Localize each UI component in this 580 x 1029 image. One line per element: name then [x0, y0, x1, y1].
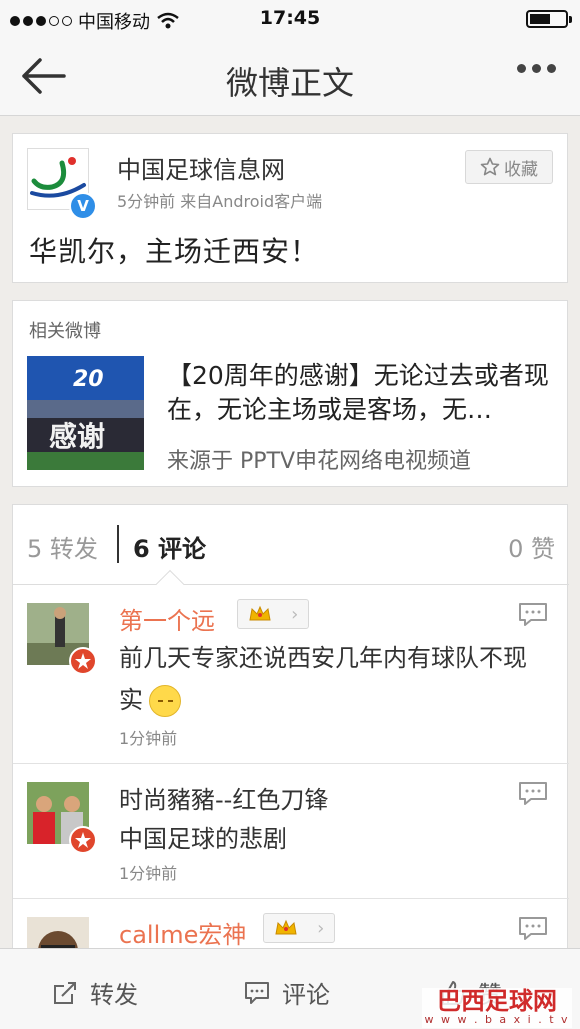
comment-text: 前几天专家还说西安几年内有球队不现实 — [119, 637, 539, 721]
star-icon — [480, 157, 500, 176]
nav-bar: 微博正文 — [0, 38, 580, 116]
vip-crown-badge[interactable]: › — [263, 913, 335, 943]
battery-icon — [526, 10, 572, 28]
status-bar: 中国移动 17:45 — [0, 0, 580, 38]
comments-card: 5 转发 6 评论 0 赞 第一个远 › 前几天专家还说西安几年内有球队不现实 … — [12, 504, 569, 949]
related-thumbnail-image: 20 感谢 — [27, 356, 144, 470]
tab-likes[interactable]: 0 赞 — [508, 529, 555, 564]
commenter-name[interactable]: callme宏神 — [119, 915, 246, 949]
crown-icon — [249, 605, 271, 621]
reply-comment-icon[interactable] — [517, 915, 549, 941]
reply-comment-icon[interactable] — [517, 601, 549, 627]
author-name[interactable]: 中国足球信息网 — [117, 150, 285, 185]
more-options-icon[interactable] — [517, 64, 556, 73]
repost-label: 转发 — [90, 981, 138, 1009]
repost-icon — [54, 981, 76, 1004]
member-star-icon — [69, 826, 97, 854]
commenter-name[interactable]: 第一个远 — [119, 601, 215, 636]
tab-reposts[interactable]: 5 转发 — [27, 529, 98, 564]
chevron-right-icon: › — [291, 603, 299, 625]
comment-item[interactable]: callme宏神 › — [13, 899, 569, 949]
post-text: 华凯尔，主场迁西安！ — [29, 235, 320, 268]
chevron-right-icon: › — [317, 917, 325, 939]
watermark-url: w w w . b a x i . t v — [424, 1013, 570, 1026]
comment-button[interactable]: 评论 — [244, 975, 330, 1010]
thumbnail-number: 20 — [73, 367, 104, 392]
crown-icon — [275, 919, 297, 935]
tab-divider — [117, 525, 119, 563]
favorite-button[interactable]: 收藏 — [465, 150, 553, 184]
shy-face-emoji-icon — [149, 685, 181, 717]
comment-time: 1分钟前 — [119, 729, 178, 748]
member-star-icon — [69, 647, 97, 675]
comment-item[interactable]: 第一个远 › 前几天专家还说西安几年内有球队不现实 1分钟前 — [13, 585, 569, 764]
vip-crown-badge[interactable]: › — [237, 599, 309, 629]
commenter-avatar[interactable] — [27, 917, 89, 949]
related-source: 来源于 PPTV申花网络电视频道 — [167, 449, 472, 474]
site-watermark: 巴西足球网 w w w . b a x i . t v — [422, 988, 572, 1028]
related-card[interactable]: 相关微博 20 感谢 【20周年的感谢】无论过去或者现在，无论主场或是客场，无…… — [12, 300, 568, 487]
repost-button[interactable]: 转发 — [52, 975, 138, 1010]
comment-tabs: 5 转发 6 评论 0 赞 — [13, 505, 569, 599]
commenter-photo — [27, 917, 89, 949]
verified-badge: V — [69, 192, 97, 220]
post-meta: 5分钟前 来自Android客户端 — [117, 192, 323, 211]
commenter-name[interactable]: 时尚豬豬--红色刀锋 — [119, 780, 328, 815]
watermark-name: 巴西足球网 — [437, 987, 557, 1015]
related-thumbnail[interactable]: 20 感谢 — [27, 356, 144, 470]
tab-comments[interactable]: 6 评论 — [133, 529, 206, 564]
comment-icon — [245, 981, 269, 1004]
related-title[interactable]: 【20周年的感谢】无论过去或者现在，无论主场或是客场，无… — [167, 359, 559, 427]
related-header: 相关微博 — [29, 321, 101, 342]
reply-comment-icon[interactable] — [517, 780, 549, 806]
comment-text: 中国足球的悲剧 — [119, 825, 287, 853]
clock: 17:45 — [259, 7, 321, 29]
favorite-label: 收藏 — [504, 159, 538, 180]
comment-label: 评论 — [282, 981, 330, 1009]
comment-item[interactable]: 时尚豬豬--红色刀锋 中国足球的悲剧 1分钟前 — [13, 764, 569, 899]
thumbnail-caption: 感谢 — [49, 420, 105, 453]
post-card[interactable]: V 中国足球信息网 5分钟前 来自Android客户端 收藏 华凯尔，主场迁西安… — [12, 133, 568, 283]
comment-time: 1分钟前 — [119, 864, 178, 883]
page-title: 微博正文 — [225, 64, 354, 102]
